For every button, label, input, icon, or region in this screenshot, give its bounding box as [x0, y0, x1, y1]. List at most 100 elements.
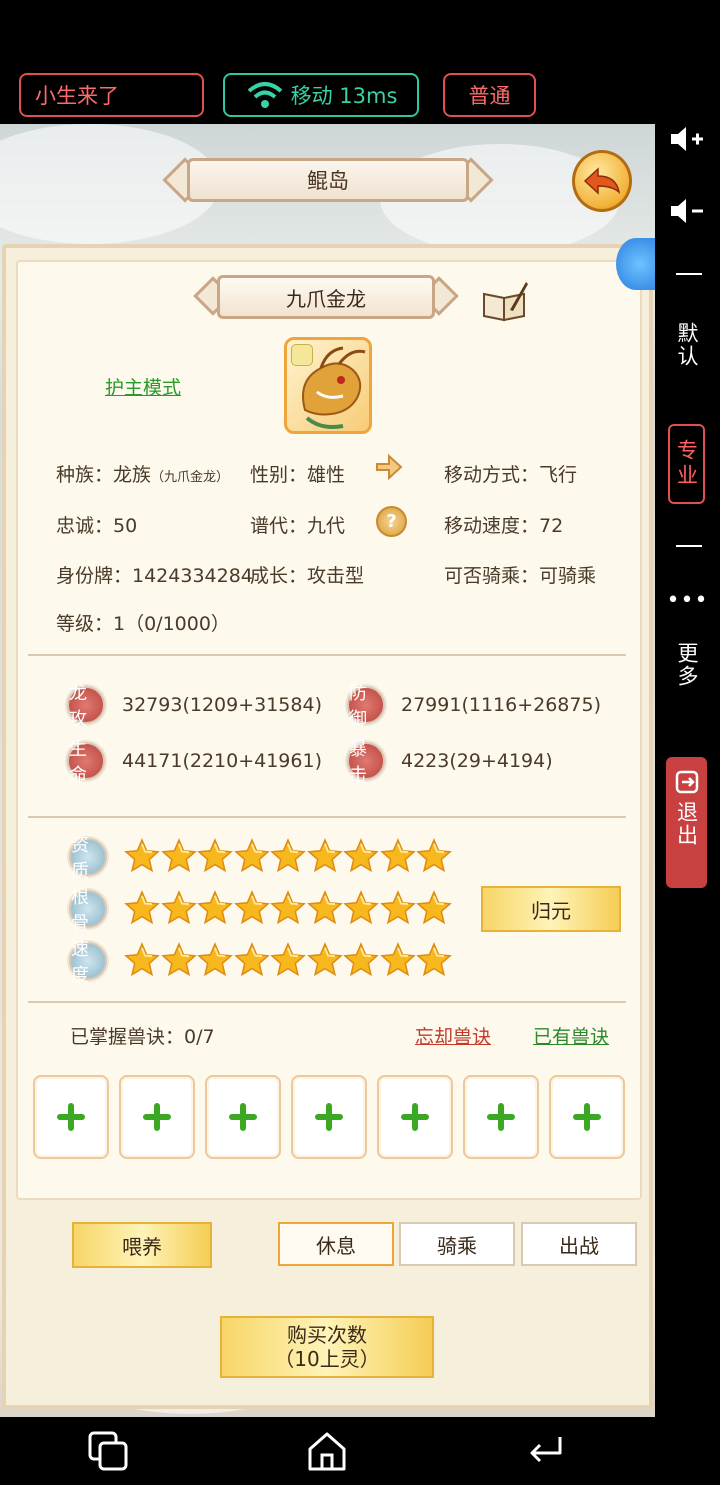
attack-value: 32793(1209+31584) [122, 694, 322, 716]
more-button[interactable]: 更多 [675, 642, 702, 688]
buy-times-button[interactable]: 购买次数 （10上灵） [220, 1316, 434, 1378]
plus-icon [143, 1103, 171, 1131]
plus-icon [57, 1103, 85, 1131]
star-icon [233, 838, 270, 874]
user-name: 小生来了 [35, 84, 119, 108]
guard-mode-link[interactable]: 护主模式 [105, 373, 181, 400]
skill-slot[interactable] [549, 1075, 625, 1159]
rideable-info: 可否骑乘：可骑乘 [444, 565, 597, 587]
plus-icon [573, 1103, 601, 1131]
move-mode-info: 移动方式：飞行 [444, 464, 578, 486]
skill-slot[interactable] [33, 1075, 109, 1159]
star-icon [379, 942, 416, 978]
race-sub: （九爪金龙） [151, 470, 230, 485]
pet-portrait[interactable] [284, 337, 372, 434]
mode-label: 普通 [468, 84, 511, 108]
plus-icon [401, 1103, 429, 1131]
location-title-bar: 鲲岛 [162, 154, 494, 206]
defense-badge: 防御 [347, 683, 385, 730]
learned-skills-count: 已掌握兽诀：0/7 [70, 1026, 215, 1048]
rest-tab[interactable]: 休息 [278, 1222, 394, 1266]
plus-icon [487, 1103, 515, 1131]
exit-button[interactable]: 退出 [666, 757, 707, 888]
pro-mode-button[interactable]: 专业 [668, 424, 705, 504]
speed-stars [124, 942, 453, 982]
owned-skills-link[interactable]: 已有兽诀 [533, 1022, 609, 1049]
arrow-right-icon[interactable] [373, 452, 405, 482]
forget-skill-link[interactable]: 忘却兽诀 [415, 1022, 491, 1049]
aptitude-stars [124, 838, 453, 878]
section-divider [28, 1001, 626, 1003]
move-speed-info: 移动速度：72 [444, 515, 564, 537]
section-divider [28, 654, 626, 656]
sidebar-divider [676, 545, 702, 547]
pet-name-bar: 九爪金龙 [193, 272, 459, 322]
star-icon [343, 942, 379, 978]
star-icon [124, 942, 160, 978]
star-icon [343, 890, 379, 926]
volume-down-icon[interactable] [668, 196, 706, 226]
bone-stars [124, 890, 453, 930]
wifi-icon [247, 82, 282, 108]
level-info: 等级：1（0/1000） [56, 613, 230, 635]
feed-button[interactable]: 喂养 [72, 1222, 212, 1268]
star-icon [197, 942, 233, 978]
exit-label: 退出 [674, 801, 699, 847]
rename-book-icon[interactable] [480, 280, 530, 322]
star-icon [270, 838, 306, 874]
ride-tab[interactable]: 骑乘 [399, 1222, 515, 1266]
skill-slot[interactable] [119, 1075, 195, 1159]
more-dots-icon[interactable]: ••• [655, 588, 720, 613]
crit-badge: 暴击 [347, 739, 385, 786]
plus-icon [229, 1103, 257, 1131]
race-value: 龙族 [113, 464, 152, 486]
recent-apps-icon[interactable] [86, 1429, 132, 1475]
speed-badge: 速度 [69, 939, 107, 986]
star-icon [416, 838, 452, 874]
star-icon [160, 890, 197, 926]
user-name-pill[interactable]: 小生来了 [19, 73, 204, 117]
hp-badge: 生命 [67, 739, 105, 786]
back-nav-icon[interactable] [524, 1429, 570, 1475]
reset-quality-button[interactable]: 归元 [481, 886, 621, 932]
loyalty-info: 忠诚：50 [56, 515, 138, 537]
star-icon [306, 838, 343, 874]
aptitude-badge: 资质 [69, 835, 107, 882]
star-icon [233, 942, 270, 978]
star-icon [379, 890, 416, 926]
skill-slot[interactable] [463, 1075, 539, 1159]
home-icon[interactable] [304, 1429, 350, 1475]
lock-icon [291, 344, 313, 366]
back-button[interactable] [572, 150, 632, 212]
battle-tab[interactable]: 出战 [521, 1222, 637, 1266]
volume-up-icon[interactable] [668, 124, 706, 154]
race-label: 种族： [56, 464, 114, 486]
race-info: 种族：龙族（九爪金龙） [56, 460, 229, 487]
star-icon [343, 838, 379, 874]
hp-value: 44171(2210+41961) [122, 750, 322, 772]
default-mode-button[interactable]: 默认 [675, 322, 702, 368]
skill-slot[interactable] [377, 1075, 453, 1159]
star-icon [306, 942, 343, 978]
growth-info: 成长：攻击型 [250, 565, 365, 587]
buy-cost: （10上灵） [274, 1347, 380, 1371]
crit-value: 4223(29+4194) [401, 750, 553, 772]
floating-assistant-icon[interactable] [616, 238, 656, 290]
section-divider [28, 816, 626, 818]
mode-pill[interactable]: 普通 [443, 73, 536, 117]
skill-slot[interactable] [291, 1075, 367, 1159]
attack-badge: 龙攻 [67, 683, 105, 730]
star-icon [197, 838, 233, 874]
star-icon [270, 942, 306, 978]
id-tag-info: 身份牌：1424334284 [56, 565, 253, 587]
star-icon [306, 890, 343, 926]
exit-icon [675, 770, 698, 794]
gender-info: 性别：雄性 [250, 464, 346, 486]
generation-info: 谱代：九代 [250, 515, 346, 537]
star-icon [197, 890, 233, 926]
help-icon[interactable]: ? [376, 506, 407, 537]
skill-slot[interactable] [205, 1075, 281, 1159]
network-pill[interactable]: 移动 13ms [223, 73, 419, 117]
plus-icon [315, 1103, 343, 1131]
star-icon [270, 890, 306, 926]
